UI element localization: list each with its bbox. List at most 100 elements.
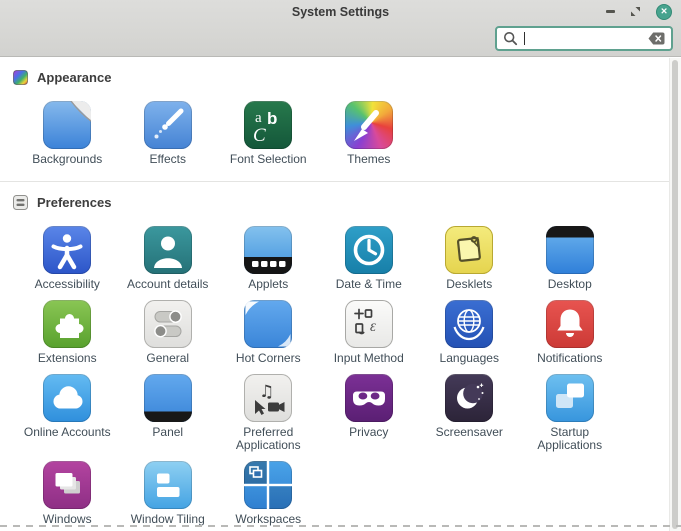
item-label: Panel: [152, 426, 183, 439]
bottom-crop-dashes: [0, 525, 681, 527]
settings-item-onlineaccounts[interactable]: Online Accounts: [17, 374, 118, 452]
item-label: Backgrounds: [32, 153, 102, 166]
window-header: System Settings ✕: [0, 0, 681, 57]
workspaces-icon: [244, 461, 292, 509]
settings-item-accessibility[interactable]: Accessibility: [17, 226, 118, 291]
close-button[interactable]: ✕: [656, 4, 672, 20]
settings-item-datetime[interactable]: Date & Time: [319, 226, 420, 291]
inputmethod-icon: Ɛ: [345, 300, 393, 348]
settings-item-general[interactable]: General: [118, 300, 219, 365]
item-label: Input Method: [334, 352, 404, 365]
item-label: Extensions: [38, 352, 97, 365]
desktop-icon: [546, 226, 594, 274]
notifications-icon: [546, 300, 594, 348]
preferences-section-icon: [13, 195, 28, 210]
item-label: Screensaver: [436, 426, 503, 439]
search-icon: [503, 31, 518, 46]
item-label: Privacy: [349, 426, 388, 439]
settings-item-extensions[interactable]: Extensions: [17, 300, 118, 365]
clear-search-icon[interactable]: [648, 32, 665, 45]
settings-item-panel[interactable]: Panel: [118, 374, 219, 452]
item-label: Account details: [127, 278, 208, 291]
settings-item-desklets[interactable]: Desklets: [419, 226, 520, 291]
sections: Appearance Backgrounds Effects abCFont Sele…: [0, 57, 681, 526]
desklets-icon: [445, 226, 493, 274]
section-header-preferences: Preferences: [0, 182, 681, 210]
svg-text:C: C: [253, 125, 266, 146]
windowtiling-icon: [144, 461, 192, 509]
effects-icon: [144, 101, 192, 149]
settings-item-languages[interactable]: Languages: [419, 300, 520, 365]
backgrounds-icon: [43, 101, 91, 149]
titlebar[interactable]: System Settings ✕: [0, 0, 681, 23]
settings-item-fontselection[interactable]: abCFont Selection: [218, 101, 319, 166]
appearance-grid: Backgrounds Effects abCFont Selection Theme…: [0, 101, 681, 166]
svg-text:Ɛ: Ɛ: [370, 320, 376, 334]
settings-item-notifications[interactable]: Notifications: [520, 300, 621, 365]
item-label: Themes: [347, 153, 390, 166]
accessibility-icon: [43, 226, 91, 274]
windows-icon: [43, 461, 91, 509]
preferences-grid: Accessibility Account details Applets Date …: [0, 226, 681, 526]
item-label: Online Accounts: [24, 426, 111, 439]
settings-content: Appearance Backgrounds Effects abCFont Sele…: [0, 57, 681, 531]
appearance-section-icon: [13, 70, 28, 85]
item-label: Date & Time: [336, 278, 402, 291]
settings-item-screensaver[interactable]: Screensaver: [419, 374, 520, 452]
item-label: Applets: [248, 278, 288, 291]
item-label: Desklets: [446, 278, 492, 291]
item-label: Notifications: [537, 352, 602, 365]
item-label: General: [146, 352, 189, 365]
settings-item-privacy[interactable]: Privacy: [319, 374, 420, 452]
item-label: Startup Applications: [520, 426, 620, 452]
section-header-appearance: Appearance: [0, 57, 681, 85]
settings-item-preferredapps[interactable]: ♫ Preferred Applications: [218, 374, 319, 452]
settings-item-effects[interactable]: Effects: [118, 101, 219, 166]
window-title: System Settings: [0, 0, 681, 24]
onlineaccounts-icon: [43, 374, 91, 422]
item-label: Preferred Applications: [218, 426, 318, 452]
settings-item-applets[interactable]: Applets: [218, 226, 319, 291]
settings-item-backgrounds[interactable]: Backgrounds: [17, 101, 118, 166]
applets-icon: [244, 226, 292, 274]
settings-item-inputmethod[interactable]: Ɛ Input Method: [319, 300, 420, 365]
panel-icon: [144, 374, 192, 422]
item-label: Hot Corners: [236, 352, 301, 365]
search-box[interactable]: [495, 26, 673, 51]
preferredapps-icon: ♫: [244, 374, 292, 422]
maximize-icon: [630, 6, 641, 17]
section-title: Appearance: [37, 70, 111, 85]
item-label: Accessibility: [35, 278, 100, 291]
scrollbar-thumb[interactable]: [672, 60, 678, 529]
settings-item-workspaces[interactable]: Workspaces: [218, 461, 319, 526]
maximize-button[interactable]: [630, 6, 641, 17]
settings-item-hotcorners[interactable]: Hot Corners: [218, 300, 319, 365]
themes-icon: [345, 101, 393, 149]
account-icon: [144, 226, 192, 274]
extensions-icon: [43, 300, 91, 348]
startup-icon: [546, 374, 594, 422]
text-caret: [524, 32, 525, 45]
fontselection-icon: abC: [244, 101, 292, 149]
minimize-button[interactable]: [606, 10, 615, 12]
languages-icon: [445, 300, 493, 348]
settings-item-desktop[interactable]: Desktop: [520, 226, 621, 291]
section-preferences: PreferencesAccessibilityAccount detailsA…: [0, 181, 681, 526]
screensaver-icon: [445, 374, 493, 422]
settings-item-startup[interactable]: Startup Applications: [520, 374, 621, 452]
scrollbar[interactable]: [669, 58, 681, 531]
item-label: Desktop: [548, 278, 592, 291]
settings-item-windows[interactable]: Windows: [17, 461, 118, 526]
settings-item-windowtiling[interactable]: Window Tiling: [118, 461, 219, 526]
window-controls: ✕: [606, 0, 672, 23]
general-icon: [144, 300, 192, 348]
search-input[interactable]: [527, 30, 648, 47]
svg-text:♫: ♫: [259, 382, 274, 402]
section-title: Preferences: [37, 195, 111, 210]
item-label: Windows: [43, 513, 92, 526]
settings-item-account[interactable]: Account details: [118, 226, 219, 291]
item-label: Languages: [440, 352, 499, 365]
svg-text:a: a: [255, 110, 262, 126]
item-label: Effects: [150, 153, 186, 166]
settings-item-themes[interactable]: Themes: [319, 101, 420, 166]
